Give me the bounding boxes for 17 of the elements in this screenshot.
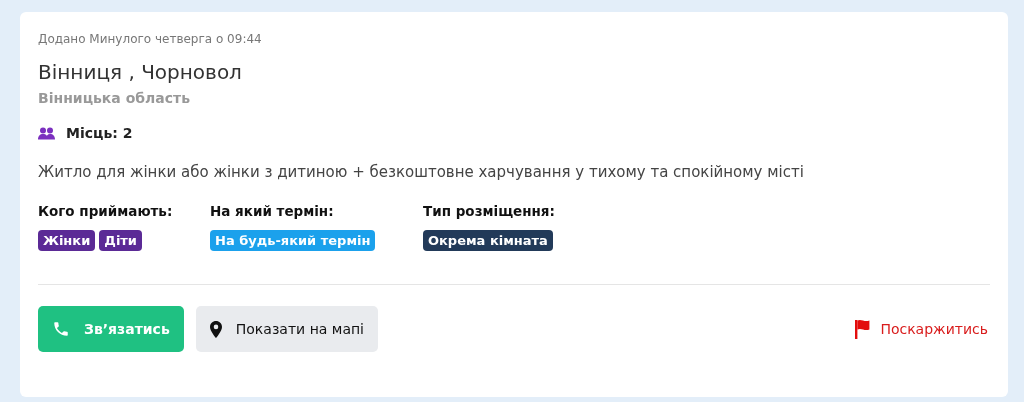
added-date: Додано Минулого четверга о 09:44 (38, 32, 263, 46)
report-link[interactable]: Поскаржитись (854, 319, 988, 339)
tag: На будь-який термін (210, 230, 376, 251)
people-icon (38, 126, 55, 140)
criterion-label: Кого приймають: (38, 203, 174, 219)
listing-title: Вінниця , Чорновол (38, 60, 243, 84)
criterion-label: На який термін: (210, 203, 335, 219)
map-pin-icon (209, 320, 222, 338)
show-map-button[interactable]: Показати на мапі (195, 306, 378, 352)
tag: Жінки (38, 230, 96, 251)
criterion-label: Тип розміщення: (423, 203, 556, 219)
region-text: Вінницька область (38, 90, 192, 106)
description: Житло для жінки або жінки з дитиною + безкоштовне харчування у тихому та спокійному місті (38, 163, 805, 181)
tag: Окрема кімната (423, 230, 553, 251)
phone-icon (52, 320, 70, 338)
tag: Діти (99, 230, 142, 251)
seats-count: Місць: 2 (66, 125, 133, 141)
